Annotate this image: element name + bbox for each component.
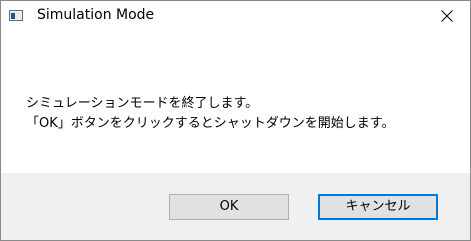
message-line-1: シミュレーションモードを終了します。: [26, 96, 259, 111]
close-button[interactable]: [424, 1, 470, 31]
app-window-icon: [9, 10, 23, 21]
message-line-2: 「OK」ボタンをクリックするとシャットダウンを開始します。: [26, 116, 395, 131]
message-area: シミュレーションモードを終了します。 「OK」ボタンをクリックするとシャットダウ…: [1, 31, 470, 173]
title-bar[interactable]: Simulation Mode: [1, 1, 470, 31]
close-icon: [441, 10, 453, 22]
cancel-button[interactable]: キャンセル: [318, 194, 438, 220]
simulation-mode-dialog: Simulation Mode シミュレーションモードを終了します。 「OK」ボ…: [0, 0, 471, 241]
window-title: Simulation Mode: [37, 7, 155, 23]
button-bar: OK キャンセル: [1, 173, 470, 240]
ok-button[interactable]: OK: [169, 194, 289, 220]
